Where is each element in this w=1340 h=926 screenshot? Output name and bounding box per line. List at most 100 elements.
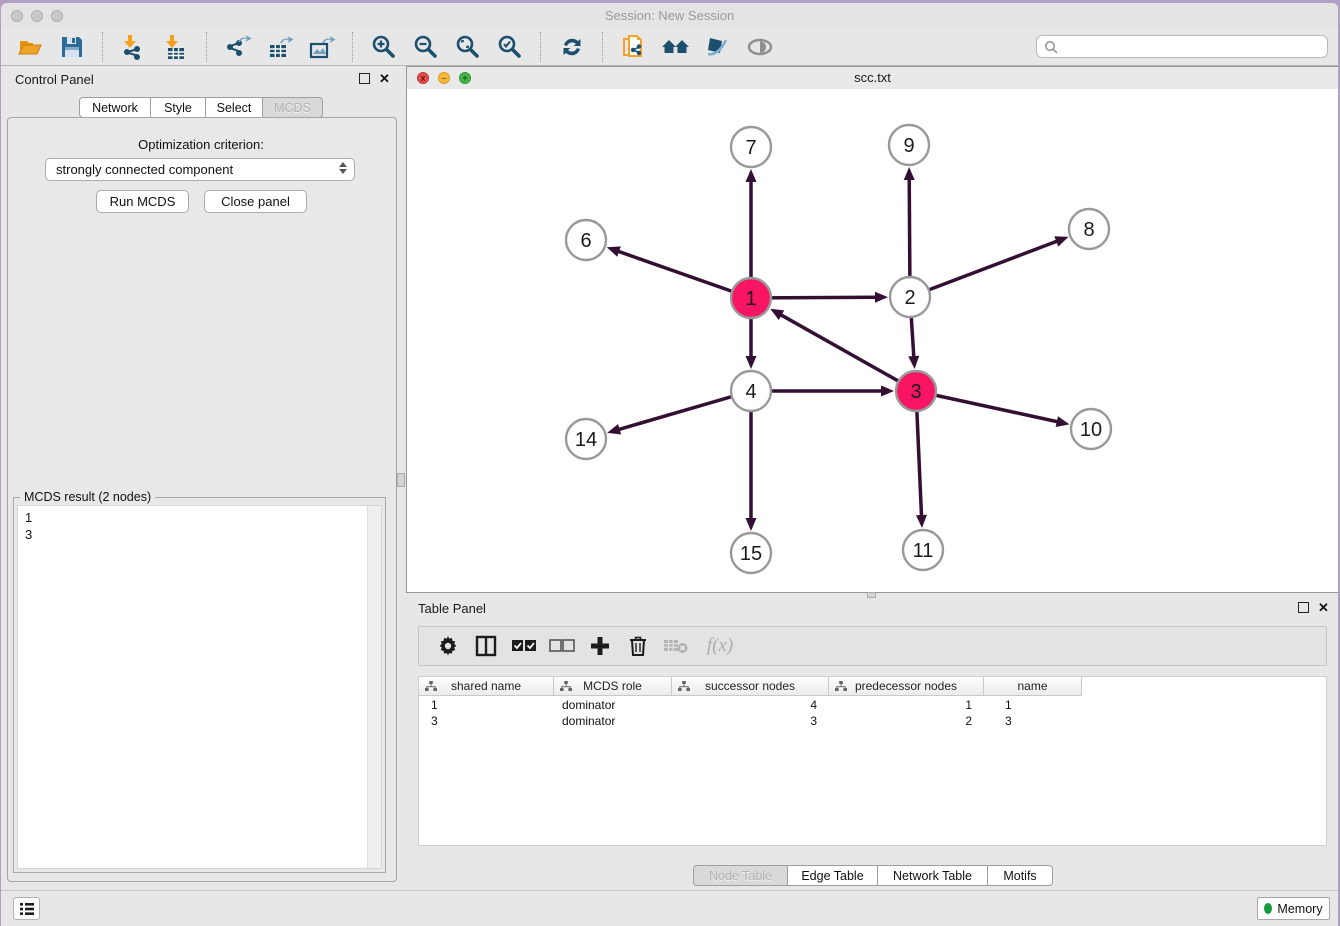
import-network-button[interactable] [119, 32, 149, 62]
search-box[interactable] [1036, 35, 1328, 58]
export-network-button[interactable] [223, 32, 253, 62]
vertical-splitter-handle[interactable] [397, 473, 405, 487]
select-all-button[interactable] [510, 633, 538, 659]
tab-node-table[interactable]: Node Table [693, 865, 788, 886]
close-panel-button[interactable]: Close panel [204, 190, 307, 213]
save-session-button[interactable] [57, 32, 87, 62]
run-mcds-button[interactable]: Run MCDS [96, 190, 189, 213]
network-frame-titlebar[interactable]: x – + scc.txt [407, 67, 1338, 90]
add-row-button[interactable] [586, 633, 614, 659]
table-cell[interactable]: 2 [829, 714, 984, 728]
graph-edge-arrowhead [1054, 236, 1068, 246]
graph-node-label: 7 [745, 137, 756, 159]
table-row[interactable]: 3dominator323 [419, 713, 1326, 729]
zoom-fit-button[interactable] [453, 32, 483, 62]
list-icon [19, 902, 35, 916]
network-view-frame: x – + scc.txt 1234678910111415 [406, 66, 1338, 593]
table-settings-button[interactable] [434, 633, 462, 659]
column-header-name[interactable]: name [984, 677, 1082, 696]
toolbar-separator [540, 32, 542, 62]
graph-edge-arrowhead [1056, 416, 1070, 427]
open-session-button[interactable] [15, 32, 45, 62]
column-header-successor-nodes[interactable]: successor nodes [672, 677, 829, 696]
graph-edge[interactable] [916, 391, 1059, 422]
export-table-button[interactable] [265, 32, 295, 62]
mcds-result-text: 13 [25, 509, 32, 543]
node-table[interactable]: shared name MCDS rolesuccessor nodes prede… [418, 676, 1327, 846]
graph-edge[interactable] [780, 314, 916, 391]
column-header-shared-name[interactable]: shared name [419, 677, 554, 696]
graph-edge-arrowhead [916, 515, 927, 528]
column-header-label: shared name [451, 679, 521, 693]
control-panel-tabs: Network Style Select MCDS [79, 97, 323, 118]
graph-edge[interactable] [910, 241, 1058, 297]
new-network-from-selection-button[interactable] [619, 32, 649, 62]
tab-motifs[interactable]: Motifs [988, 865, 1053, 886]
tab-edge-table[interactable]: Edge Table [788, 865, 878, 886]
result-line: 1 [25, 509, 32, 526]
delete-table-icon [663, 637, 689, 655]
tab-mcds[interactable]: MCDS [263, 97, 323, 118]
zoom-in-button[interactable] [369, 32, 399, 62]
columns-icon [475, 635, 497, 657]
toolbar-separator [352, 32, 354, 62]
show-home-panel-button[interactable] [661, 32, 691, 62]
show-graphics-details-button[interactable] [745, 32, 775, 62]
import-network-icon [120, 33, 148, 61]
export-image-button[interactable] [307, 32, 337, 62]
network-canvas-svg[interactable]: 1234678910111415 [407, 89, 1338, 592]
task-history-button[interactable] [13, 897, 40, 920]
apply-layout-button[interactable] [557, 32, 587, 62]
table-cell[interactable]: 3 [672, 714, 829, 728]
column-header-label: predecessor nodes [855, 679, 957, 693]
zoom-selected-button[interactable] [495, 32, 525, 62]
tab-network[interactable]: Network [79, 97, 151, 118]
import-table-button[interactable] [161, 32, 191, 62]
graph-edge-arrowhead [908, 356, 919, 369]
graph-edge[interactable] [617, 251, 751, 298]
close-panel-icon[interactable]: ✕ [1318, 603, 1329, 612]
tab-select[interactable]: Select [206, 97, 263, 118]
table-row[interactable]: 1dominator411 [419, 697, 1326, 713]
graph-edge-arrowhead [607, 246, 621, 256]
graph-node-label: 2 [904, 287, 915, 309]
table-cell[interactable]: 4 [672, 698, 829, 712]
column-header-predecessor-nodes[interactable]: predecessor nodes [829, 677, 984, 696]
function-builder-button[interactable]: f(x) [700, 633, 740, 659]
table-cell[interactable]: 1 [984, 698, 1082, 712]
mcds-result-groupbox: MCDS result (2 nodes) 13 [13, 497, 386, 873]
graph-edge-arrowhead [875, 292, 888, 303]
toggle-labels-button[interactable] [703, 32, 733, 62]
export-table-icon [266, 33, 294, 61]
optimization-criterion-select[interactable]: strongly connected component [45, 158, 355, 181]
result-scrollbar[interactable] [367, 506, 381, 868]
memory-button[interactable]: Memory [1257, 897, 1330, 920]
float-panel-icon[interactable] [359, 73, 370, 84]
zoom-fit-icon [454, 33, 482, 61]
toggle-column-view-button[interactable] [472, 633, 500, 659]
table-cell[interactable]: dominator [554, 698, 672, 712]
control-panel-title: Control Panel [15, 72, 94, 87]
deselect-all-button[interactable] [548, 633, 576, 659]
tab-network-table[interactable]: Network Table [878, 865, 988, 886]
search-input[interactable] [1062, 38, 1327, 55]
table-cell[interactable]: 1 [419, 698, 554, 712]
delete-row-button[interactable] [624, 633, 652, 659]
column-header-MCDS-role[interactable]: MCDS role [554, 677, 672, 696]
graph-edge-arrowhead [746, 356, 757, 369]
table-cell[interactable]: 3 [984, 714, 1082, 728]
float-panel-icon[interactable] [1298, 602, 1309, 613]
select-stepper-icon [339, 162, 347, 174]
zoom-in-icon [370, 33, 398, 61]
optimization-criterion-value: strongly connected component [56, 162, 233, 177]
close-panel-icon[interactable]: ✕ [379, 74, 390, 83]
zoom-out-button[interactable] [411, 32, 441, 62]
table-cell[interactable]: dominator [554, 714, 672, 728]
delete-table-button[interactable] [662, 633, 690, 659]
table-cell[interactable]: 1 [829, 698, 984, 712]
tab-style[interactable]: Style [151, 97, 206, 118]
table-toolbar: f(x) [418, 626, 1327, 666]
mcds-result-textarea[interactable]: 13 [17, 505, 382, 869]
table-cell[interactable]: 3 [419, 714, 554, 728]
zoom-selected-icon [496, 33, 524, 61]
